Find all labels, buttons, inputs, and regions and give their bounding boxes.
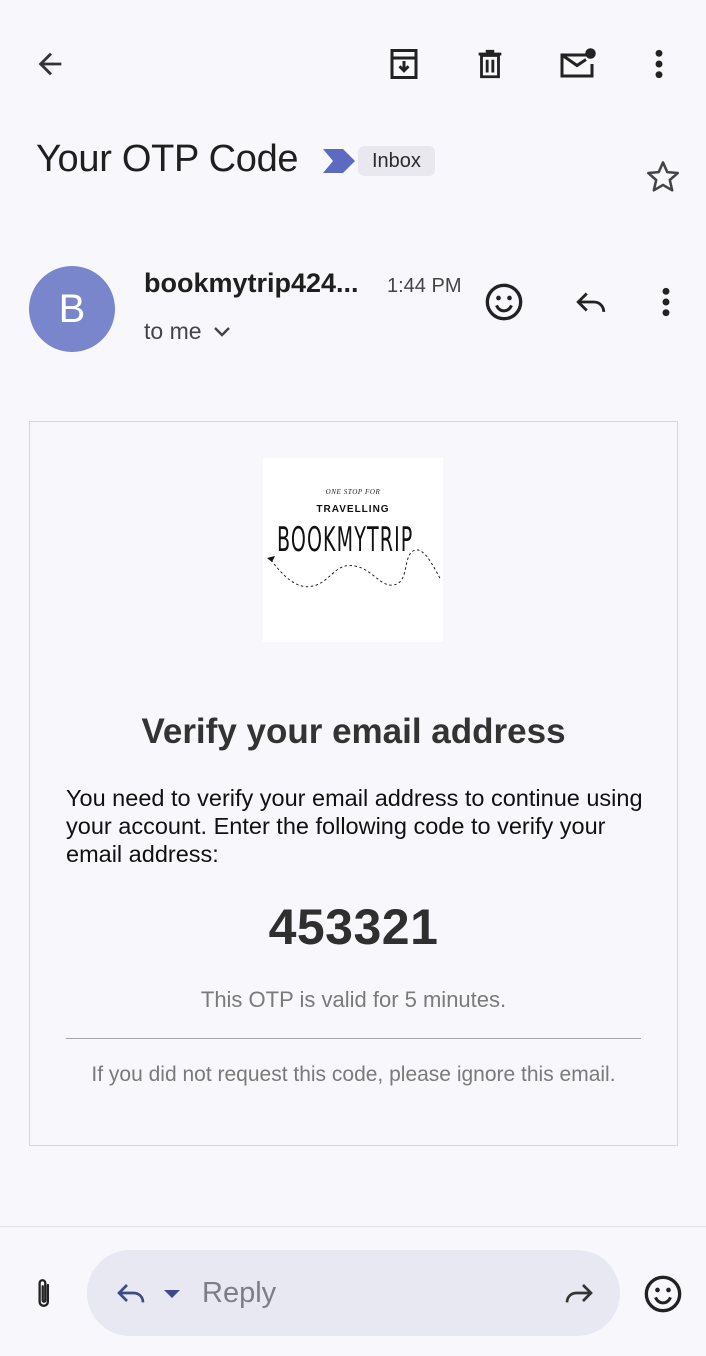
reply-button[interactable] [566,278,616,326]
reply-compose-bar[interactable]: Reply [87,1250,620,1336]
arrow-left-icon [38,52,62,76]
trash-icon [478,49,502,79]
paperclip-icon [38,1279,50,1307]
reply-type-dropdown[interactable] [159,1281,185,1307]
otp-validity-note: This OTP is valid for 5 minutes. [200,987,507,1012]
inbox-label-chip[interactable]: Inbox [358,146,435,176]
archive-icon [390,49,418,79]
sent-time: 1:44 PM [387,275,462,297]
reply-icon [576,292,606,313]
sender-name[interactable]: bookmytrip424... [144,268,359,299]
otp-code: 453321 [268,899,439,955]
more-vert-icon [655,49,663,79]
delete-button[interactable] [466,40,514,88]
email-body: ONE STOP FOR TRAVELLING BOOKMYTRIP Verif… [29,421,678,1146]
emoji-icon [485,283,523,321]
star-button[interactable] [640,154,686,200]
archive-button[interactable] [380,40,428,88]
sender-avatar[interactable]: B [29,266,115,352]
back-button[interactable] [26,40,74,88]
more-vert-icon [662,287,670,317]
attach-button[interactable] [22,1270,66,1318]
divider [66,1038,641,1039]
reply-icon [117,1284,145,1303]
emoji-icon [644,1275,682,1313]
emoji-button[interactable] [638,1269,688,1319]
importance-marker-icon[interactable] [322,148,356,174]
caret-down-icon [164,1290,180,1298]
more-options-button[interactable] [636,40,682,88]
reply-input-placeholder[interactable]: Reply [202,1277,276,1310]
forward-button[interactable] [555,1269,603,1317]
recipient-label: to me [144,318,202,344]
mark-unread-icon [560,48,596,78]
chevron-down-icon [213,326,230,337]
bookmytrip-logo: ONE STOP FOR TRAVELLING BOOKMYTRIP [263,458,443,642]
message-more-button[interactable] [644,278,688,326]
forward-icon [565,1284,593,1303]
disclaimer-text: If you did not request this code, please… [91,1063,616,1086]
email-subject: Your OTP Code [36,138,299,180]
mark-unread-button[interactable] [552,40,602,88]
verify-instructions: You need to verify your email address to… [66,785,643,867]
star-icon [647,161,679,192]
reply-type-button[interactable] [107,1269,155,1317]
bottom-divider [0,1226,706,1227]
recipient-toggle[interactable]: to me [144,318,232,345]
add-reaction-button[interactable] [480,278,528,326]
verify-heading: Verify your email address [141,712,566,751]
flight-path-icon [267,549,442,588]
